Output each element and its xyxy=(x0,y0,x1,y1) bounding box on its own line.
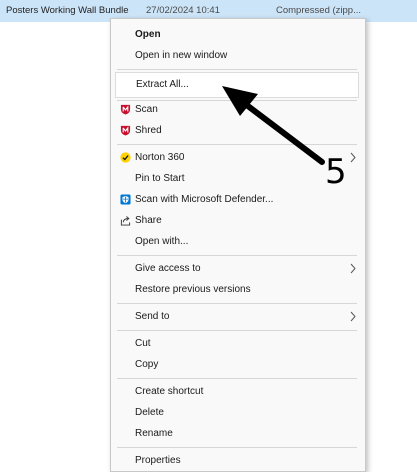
menu-item-rename[interactable]: Rename xyxy=(111,423,365,444)
menu-item-properties[interactable]: Properties xyxy=(111,450,365,471)
menu-separator xyxy=(117,144,357,145)
menu-item-give-access[interactable]: Give access to xyxy=(111,258,365,279)
norton-check-icon xyxy=(120,152,131,163)
menu-item-label: Cut xyxy=(135,338,151,349)
share-icon xyxy=(120,216,131,226)
menu-item-cut[interactable]: Cut xyxy=(111,333,365,354)
menu-item-delete[interactable]: Delete xyxy=(111,402,365,423)
menu-item-label: Open with... xyxy=(135,236,189,247)
menu-separator xyxy=(117,303,357,304)
menu-item-label: Pin to Start xyxy=(135,173,185,184)
menu-item-open-with[interactable]: Open with... xyxy=(111,231,365,252)
menu-item-create-shortcut[interactable]: Create shortcut xyxy=(111,381,365,402)
menu-item-label: Send to xyxy=(135,311,170,322)
file-date-modified: 27/02/2024 10:41 xyxy=(146,5,220,16)
menu-item-label: Scan xyxy=(135,104,158,115)
menu-separator xyxy=(117,255,357,256)
menu-item-scan-defender[interactable]: Scan with Microsoft Defender... xyxy=(111,189,365,210)
defender-shield-icon xyxy=(120,194,131,205)
menu-item-label: Norton 360 xyxy=(135,152,185,163)
file-type: Compressed (zipp... xyxy=(276,5,362,16)
menu-item-extract-all[interactable]: Extract All... xyxy=(115,72,359,98)
menu-item-label: Open in new window xyxy=(135,50,228,61)
menu-item-open-new-window[interactable]: Open in new window xyxy=(111,45,365,66)
menu-item-open[interactable]: Open xyxy=(111,24,365,45)
chevron-right-icon xyxy=(350,263,356,274)
menu-item-label: Copy xyxy=(135,359,159,370)
menu-item-label: Shred xyxy=(135,125,162,136)
menu-item-label: Extract All... xyxy=(136,79,189,90)
menu-item-label: Rename xyxy=(135,428,173,439)
menu-item-share[interactable]: Share xyxy=(111,210,365,231)
menu-separator xyxy=(117,378,357,379)
menu-item-scan[interactable]: Scan xyxy=(111,99,365,120)
menu-item-label: Delete xyxy=(135,407,164,418)
menu-separator xyxy=(117,330,357,331)
menu-item-label: Open xyxy=(135,29,161,40)
mcafee-shield-icon xyxy=(120,125,131,136)
chevron-right-icon xyxy=(350,311,356,322)
menu-item-restore-versions[interactable]: Restore previous versions xyxy=(111,279,365,300)
menu-item-label: Give access to xyxy=(135,263,201,274)
chevron-right-icon xyxy=(350,152,356,163)
mcafee-shield-icon xyxy=(120,104,131,115)
context-menu: Open Open in new window Extract All... S… xyxy=(110,18,366,472)
menu-item-label: Properties xyxy=(135,455,181,466)
menu-item-shred[interactable]: Shred xyxy=(111,120,365,141)
file-name: Posters Working Wall Bundle xyxy=(6,5,129,16)
menu-item-label: Restore previous versions xyxy=(135,284,251,295)
menu-item-label: Share xyxy=(135,215,162,226)
menu-separator xyxy=(117,69,357,70)
menu-separator xyxy=(117,447,357,448)
menu-item-label: Scan with Microsoft Defender... xyxy=(135,194,274,205)
step-number: 5 xyxy=(325,152,347,192)
menu-item-send-to[interactable]: Send to xyxy=(111,306,365,327)
menu-item-label: Create shortcut xyxy=(135,386,204,397)
menu-item-copy[interactable]: Copy xyxy=(111,354,365,375)
